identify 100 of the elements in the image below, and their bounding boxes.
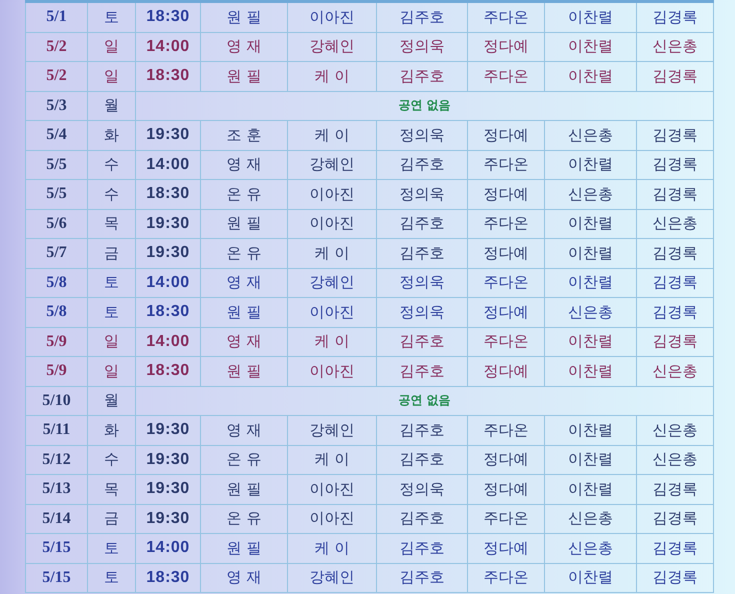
table-cell: 케 이 xyxy=(288,62,377,92)
table-cell: 김경록 xyxy=(637,298,714,328)
table-cell: 이찬렬 xyxy=(545,150,637,180)
table-cell: 정의욱 xyxy=(377,180,468,210)
table-cell: 이찬렬 xyxy=(545,210,637,239)
table-cell: 신은총 xyxy=(637,416,714,446)
table-cell: 정다예 xyxy=(468,239,545,268)
table-cell: 주다온 xyxy=(468,150,545,180)
table-cell: 이아진 xyxy=(288,504,377,534)
table-cell: 이찬렬 xyxy=(545,475,637,504)
table-cell: 주다온 xyxy=(468,3,545,32)
table-cell: 강혜인 xyxy=(288,268,377,298)
table-cell: 공연 없음 xyxy=(136,386,714,416)
table-cell: 이아진 xyxy=(288,210,377,239)
table-cell: 강혜인 xyxy=(288,150,377,180)
table-cell: 5/4 xyxy=(25,121,88,150)
table-cell: 케 이 xyxy=(288,446,377,475)
table-cell: 19:30 xyxy=(136,416,201,446)
table-cell: 정다예 xyxy=(468,446,545,475)
table-cell: 신은총 xyxy=(545,504,637,534)
table-cell: 19:30 xyxy=(136,504,201,534)
table-cell: 18:30 xyxy=(136,62,201,92)
table-cell: 김주호 xyxy=(377,3,468,32)
table-cell: 김경록 xyxy=(637,268,714,298)
table-cell: 토 xyxy=(88,268,136,298)
table-cell: 5/6 xyxy=(25,210,88,239)
table-cell: 김주호 xyxy=(377,446,468,475)
table-cell: 이아진 xyxy=(288,298,377,328)
table-cell: 신은총 xyxy=(545,180,637,210)
table-cell: 18:30 xyxy=(136,3,201,32)
table-cell: 수 xyxy=(88,150,136,180)
table-cell: 조 훈 xyxy=(201,121,288,150)
table-cell: 5/1 xyxy=(25,3,88,32)
table-cell: 수 xyxy=(88,446,136,475)
table-cell: 영 재 xyxy=(201,328,288,357)
table-cell: 김경록 xyxy=(637,3,714,32)
table-cell: 김주호 xyxy=(377,416,468,446)
table-cell: 공연 없음 xyxy=(136,92,714,121)
table-cell: 주다온 xyxy=(468,416,545,446)
table-cell: 이찬렬 xyxy=(545,564,637,593)
table-cell: 영 재 xyxy=(201,32,288,62)
table-cell: 영 재 xyxy=(201,564,288,593)
table-cell: 원 필 xyxy=(201,298,288,328)
table-cell: 김경록 xyxy=(637,328,714,357)
table-cell: 5/9 xyxy=(25,357,88,386)
table-cell: 14:00 xyxy=(136,150,201,180)
table-cell: 월 xyxy=(88,92,136,121)
table-cell: 김주호 xyxy=(377,328,468,357)
table-cell: 주다온 xyxy=(468,504,545,534)
table-cell: 케 이 xyxy=(288,534,377,564)
table-cell: 이아진 xyxy=(288,3,377,32)
table-cell: 김주호 xyxy=(377,534,468,564)
table-cell: 온 유 xyxy=(201,180,288,210)
table-cell: 19:30 xyxy=(136,446,201,475)
table-cell: 김주호 xyxy=(377,504,468,534)
table-cell: 이아진 xyxy=(288,475,377,504)
table-cell: 원 필 xyxy=(201,3,288,32)
table-cell: 신은총 xyxy=(545,534,637,564)
table-cell: 케 이 xyxy=(288,239,377,268)
table-cell: 김경록 xyxy=(637,121,714,150)
table-cell: 이찬렬 xyxy=(545,62,637,92)
table-cell: 18:30 xyxy=(136,564,201,593)
table-cell: 원 필 xyxy=(201,357,288,386)
table-cell: 김주호 xyxy=(377,239,468,268)
table-cell: 케 이 xyxy=(288,121,377,150)
table-cell: 18:30 xyxy=(136,298,201,328)
table-cell: 토 xyxy=(88,3,136,32)
table-cell: 온 유 xyxy=(201,446,288,475)
table-cell: 이찬렬 xyxy=(545,328,637,357)
table-cell: 토 xyxy=(88,298,136,328)
table-cell: 수 xyxy=(88,180,136,210)
table-cell: 이찬렬 xyxy=(545,416,637,446)
table-cell: 주다온 xyxy=(468,268,545,298)
table-cell: 정의욱 xyxy=(377,475,468,504)
table-cell: 이찬렬 xyxy=(545,239,637,268)
table-cell: 19:30 xyxy=(136,121,201,150)
table-cell: 5/12 xyxy=(25,446,88,475)
table-cell: 이아진 xyxy=(288,180,377,210)
table-cell: 강혜인 xyxy=(288,32,377,62)
table-cell: 김경록 xyxy=(637,239,714,268)
table-cell: 이아진 xyxy=(288,357,377,386)
table-cell: 14:00 xyxy=(136,328,201,357)
table-cell: 5/2 xyxy=(25,32,88,62)
table-cell: 김경록 xyxy=(637,534,714,564)
table-cell: 정의욱 xyxy=(377,298,468,328)
table-cell: 화 xyxy=(88,121,136,150)
table-cell: 김경록 xyxy=(637,150,714,180)
table-cell: 신은총 xyxy=(637,357,714,386)
table-cell: 5/10 xyxy=(25,386,88,416)
table-cell: 김경록 xyxy=(637,475,714,504)
table-cell: 강혜인 xyxy=(288,416,377,446)
table-cell: 정다예 xyxy=(468,121,545,150)
table-cell: 이찬렬 xyxy=(545,357,637,386)
table-cell: 금 xyxy=(88,239,136,268)
table-cell: 정다예 xyxy=(468,475,545,504)
table-cell: 신은총 xyxy=(637,32,714,62)
table-cell: 김주호 xyxy=(377,357,468,386)
table-cell: 금 xyxy=(88,504,136,534)
table-cell: 신은총 xyxy=(637,210,714,239)
table-cell: 5/8 xyxy=(25,268,88,298)
